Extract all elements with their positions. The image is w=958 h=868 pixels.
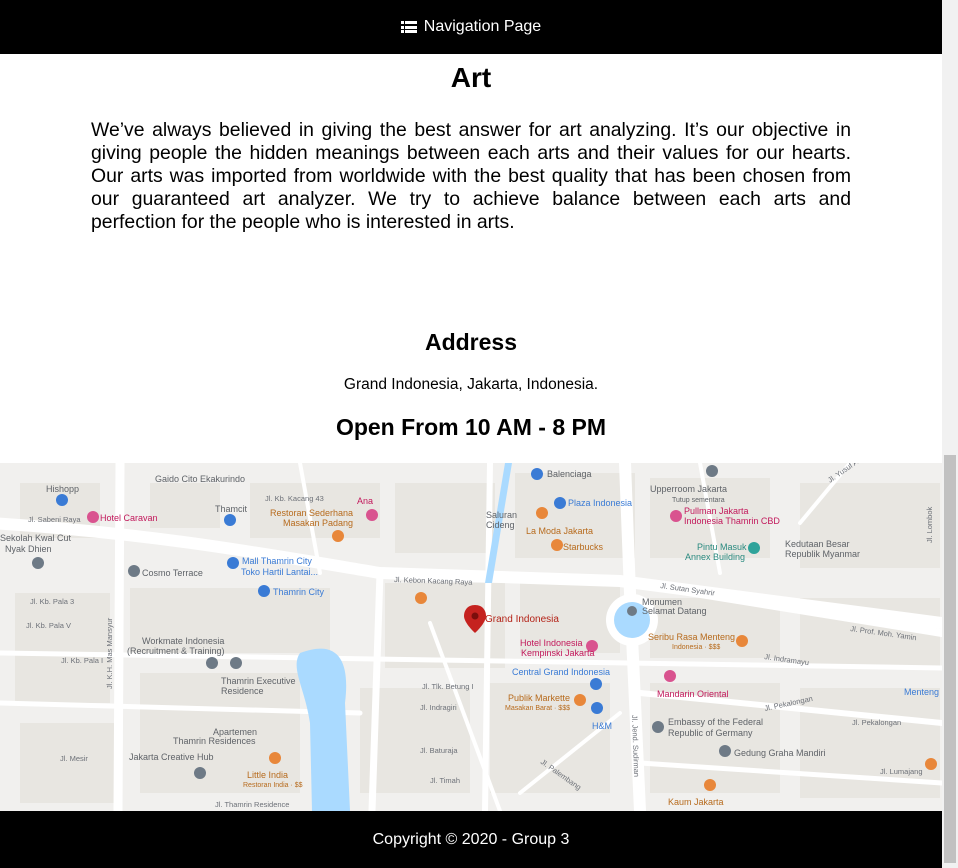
svg-text:Central Grand Indonesia: Central Grand Indonesia: [512, 667, 610, 677]
svg-text:Thamcit: Thamcit: [215, 504, 248, 514]
svg-text:Workmate Indonesia: Workmate Indonesia: [142, 636, 224, 646]
svg-text:Tutup sementara: Tutup sementara: [672, 497, 725, 504]
svg-text:Ana: Ana: [357, 496, 373, 506]
svg-text:Jl. Indragiri: Jl. Indragiri: [420, 703, 457, 712]
svg-text:Kedutaan Besar: Kedutaan Besar: [785, 539, 850, 549]
svg-text:Menteng: Menteng: [904, 687, 939, 697]
svg-text:Selamat Datang: Selamat Datang: [642, 606, 707, 616]
svg-text:Restoran India · $$: Restoran India · $$: [243, 782, 303, 789]
svg-text:Jl. Mesir: Jl. Mesir: [60, 754, 88, 763]
svg-text:Mandarin Oriental: Mandarin Oriental: [657, 689, 729, 699]
svg-text:Little India: Little India: [247, 770, 288, 780]
art-description: We’ve always believed in giving the best…: [91, 119, 851, 233]
svg-text:Jl. Yusuf Adiwinata: Jl. Yusuf Adiwinata: [826, 463, 883, 485]
svg-text:H&M: H&M: [592, 721, 612, 731]
svg-text:Jl. Sabeni Raya: Jl. Sabeni Raya: [28, 515, 81, 524]
opening-hours: Open From 10 AM - 8 PM: [335, 414, 607, 440]
svg-text:Jl. Kb. Pala V: Jl. Kb. Pala V: [26, 621, 71, 630]
list-icon: [400, 21, 417, 33]
svg-text:Embassy of the Federal: Embassy of the Federal: [668, 717, 763, 727]
svg-text:Jl. Kb. Pala I: Jl. Kb. Pala I: [61, 656, 103, 665]
svg-text:Indonesia Thamrin CBD: Indonesia Thamrin CBD: [684, 516, 780, 526]
svg-text:Thamrin City: Thamrin City: [273, 587, 325, 597]
svg-text:Residence: Residence: [221, 686, 264, 696]
svg-text:Kaum Jakarta: Kaum Jakarta: [668, 797, 724, 807]
svg-text:Upperroom Jakarta: Upperroom Jakarta: [650, 484, 727, 494]
svg-text:Thamrin Executive: Thamrin Executive: [221, 676, 296, 686]
nav-label[interactable]: Navigation Page: [424, 18, 541, 36]
svg-text:Cideng: Cideng: [486, 520, 515, 530]
svg-text:Republik Myanmar: Republik Myanmar: [785, 549, 860, 559]
svg-text:Jl. K.H. Mas Mansyur: Jl. K.H. Mas Mansyur: [105, 617, 114, 689]
svg-text:Republic of Germany: Republic of Germany: [668, 728, 753, 738]
svg-text:Jl. Pekalongan: Jl. Pekalongan: [852, 718, 901, 727]
address-heading: Address: [424, 329, 518, 355]
marker-label: Grand Indonesia: [485, 614, 559, 625]
svg-text:Saluran: Saluran: [486, 510, 517, 520]
footer: Copyright © 2020 - Group 3: [0, 811, 942, 868]
svg-text:Masakan Padang: Masakan Padang: [283, 518, 353, 528]
address-text: Grand Indonesia, Jakarta, Indonesia.: [343, 376, 599, 393]
svg-text:Jl. Thamrin Residence: Jl. Thamrin Residence: [215, 800, 289, 809]
svg-text:Restoran Sederhana: Restoran Sederhana: [270, 508, 353, 518]
svg-text:Mall Thamrin City: Mall Thamrin City: [242, 556, 312, 566]
svg-text:Annex Building: Annex Building: [685, 552, 745, 562]
copyright-text: Copyright © 2020 - Group 3: [372, 830, 570, 848]
svg-text:(Recruitment & Training): (Recruitment & Training): [127, 646, 225, 656]
svg-text:Jl. Kb. Pala 3: Jl. Kb. Pala 3: [30, 597, 74, 606]
svg-text:Jakarta Creative Hub: Jakarta Creative Hub: [129, 752, 214, 762]
svg-text:Sekolah Kwal Cut: Sekolah Kwal Cut: [0, 533, 72, 543]
svg-text:Hishopp: Hishopp: [46, 484, 79, 494]
svg-text:Nyak Dhien: Nyak Dhien: [5, 544, 52, 554]
svg-text:Jl. Baturaja: Jl. Baturaja: [420, 746, 458, 755]
svg-text:Gaido Cito Ekakurindo: Gaido Cito Ekakurindo: [155, 474, 245, 484]
svg-text:Starbucks: Starbucks: [563, 542, 604, 552]
svg-text:Pullman Jakarta: Pullman Jakarta: [684, 506, 749, 516]
scrollbar-thumb[interactable]: [944, 455, 956, 863]
svg-text:Hotel Indonesia: Hotel Indonesia: [520, 638, 583, 648]
svg-text:Jl. Lumajang: Jl. Lumajang: [880, 767, 923, 776]
svg-text:Jl. Tlk. Betung I: Jl. Tlk. Betung I: [422, 682, 474, 691]
svg-text:Publik Markette: Publik Markette: [508, 693, 570, 703]
embedded-map[interactable]: Grand Indonesia Hishopp Hotel Caravan Ga…: [0, 463, 942, 811]
svg-text:Cosmo Terrace: Cosmo Terrace: [142, 568, 203, 578]
svg-text:Seribu Rasa Menteng: Seribu Rasa Menteng: [648, 632, 735, 642]
page: Navigation Page Art We’ve always believe…: [0, 0, 942, 868]
svg-text:Toko Hartil Lantai...: Toko Hartil Lantai...: [241, 567, 318, 577]
svg-text:Jl. Jend. Sudirman: Jl. Jend. Sudirman: [630, 715, 641, 777]
svg-text:La Moda Jakarta: La Moda Jakarta: [526, 526, 593, 536]
navbar[interactable]: Navigation Page: [0, 0, 942, 54]
svg-text:Masakan Barat · $$$: Masakan Barat · $$$: [505, 705, 570, 712]
svg-text:Balenciaga: Balenciaga: [547, 469, 592, 479]
svg-text:Kempinski Jakarta: Kempinski Jakarta: [521, 648, 595, 658]
svg-text:Indonesia · $$$: Indonesia · $$$: [672, 644, 720, 651]
scrollbar[interactable]: [942, 0, 958, 868]
svg-text:Jl. Timah: Jl. Timah: [430, 776, 460, 785]
page-title: Art: [450, 62, 492, 93]
svg-text:Jl. Kb. Kacang 43: Jl. Kb. Kacang 43: [265, 494, 324, 503]
svg-text:Hotel Caravan: Hotel Caravan: [100, 513, 158, 523]
svg-text:Jl. Lombok: Jl. Lombok: [925, 506, 934, 543]
svg-text:Pintu Masuk: Pintu Masuk: [697, 542, 747, 552]
svg-text:Thamrin Residences: Thamrin Residences: [173, 736, 256, 746]
svg-text:Plaza Indonesia: Plaza Indonesia: [568, 498, 632, 508]
svg-text:Gedung Graha Mandiri: Gedung Graha Mandiri: [734, 748, 826, 758]
